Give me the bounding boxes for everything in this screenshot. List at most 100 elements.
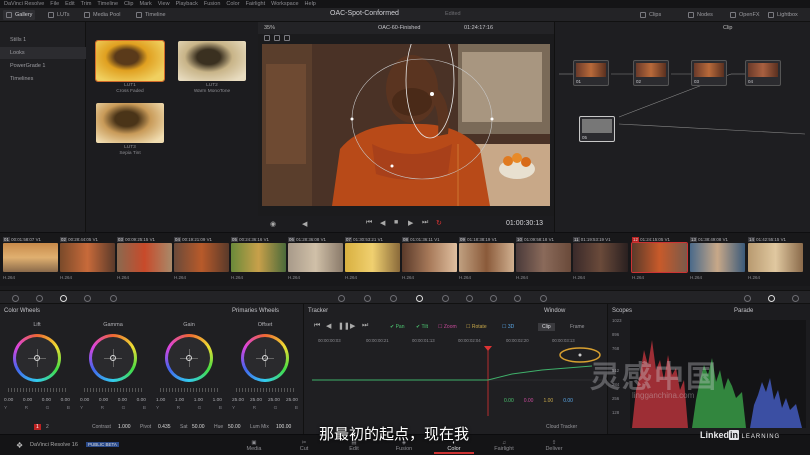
luts-tab[interactable]: LUTs xyxy=(48,10,70,20)
pivot-value[interactable]: 0.435 xyxy=(158,424,171,430)
clip-thumbnail[interactable]: 10 01:09:58:18 V1 H.264 xyxy=(516,236,571,286)
clip-thumbnail[interactable]: 11 01:19:53:19 V1 H.264 xyxy=(573,236,628,286)
tracker-icon[interactable] xyxy=(416,295,423,302)
clips-tab[interactable]: Clips xyxy=(640,10,661,20)
value-g[interactable]: 25.00 xyxy=(268,398,280,403)
power-window-icon[interactable] xyxy=(390,295,397,302)
clip-thumbnail[interactable]: 08 01:01:36:11 V1 H.264 xyxy=(402,236,457,286)
clip-thumbnail[interactable]: 03 00:09:25:15 V1 H.264 xyxy=(117,236,172,286)
grid-icon[interactable] xyxy=(284,35,290,41)
clip-thumbnail[interactable]: 02 00:28:44:05 V1 H.264 xyxy=(60,236,115,286)
3d-icon[interactable] xyxy=(540,295,547,302)
album-looks[interactable]: Looks xyxy=(0,47,86,59)
qualifier-icon[interactable] xyxy=(364,295,371,302)
node-04[interactable]: 04 xyxy=(745,60,781,86)
3d-checkbox[interactable]: ☐ 3D xyxy=(502,324,514,330)
nodes-tab[interactable]: Nodes xyxy=(688,10,713,20)
clip-thumbnail[interactable]: 05 00:24:36:16 V1 H.264 xyxy=(231,236,286,286)
gallery-tab[interactable]: Gallery xyxy=(3,10,36,20)
stop-button[interactable]: ■ xyxy=(394,219,398,226)
color-wheels-icon[interactable] xyxy=(60,295,67,302)
tracker-graph[interactable] xyxy=(312,346,602,416)
viewer-zoom[interactable]: 35% xyxy=(264,25,275,31)
lift-wheel[interactable] xyxy=(13,334,61,382)
page-media[interactable]: ▣ Media xyxy=(234,440,274,452)
lift-master-dial[interactable] xyxy=(8,388,66,392)
info-icon[interactable] xyxy=(744,295,751,302)
lummix-value[interactable]: 100.00 xyxy=(276,424,291,430)
value-g[interactable]: 1.00 xyxy=(194,398,203,403)
menu-clip[interactable]: Clip xyxy=(124,1,133,7)
sat-value[interactable]: 50.00 xyxy=(192,424,205,430)
still-thumbnail[interactable] xyxy=(178,41,246,81)
clip-thumbnail[interactable]: 01 00:01:58:07 V1 H.264 xyxy=(3,236,58,286)
value-g[interactable]: 0.00 xyxy=(118,398,127,403)
play-reverse-button[interactable]: ◀ xyxy=(380,219,385,227)
value-r[interactable]: 25.00 xyxy=(250,398,262,403)
value-y[interactable]: 25.00 xyxy=(232,398,244,403)
key-icon[interactable] xyxy=(490,295,497,302)
album-timelines[interactable]: Timelines xyxy=(0,73,86,85)
wheels-mode-select[interactable]: Primaries Wheels xyxy=(232,308,279,314)
track-backward-button[interactable]: ⏮ xyxy=(314,322,320,330)
contrast-value[interactable]: 1.000 xyxy=(118,424,131,430)
menu-fusion[interactable]: Fusion xyxy=(204,1,221,7)
menu-color[interactable]: Color xyxy=(226,1,239,7)
zoom-checkbox[interactable]: ☐ Zoom xyxy=(438,324,457,330)
node-05[interactable]: 05 xyxy=(579,116,615,142)
page-2-button[interactable]: 2 xyxy=(46,424,49,430)
menu-trim[interactable]: Trim xyxy=(81,1,92,7)
menu-playback[interactable]: Playback xyxy=(176,1,198,7)
value-b[interactable]: 0.00 xyxy=(137,398,146,403)
clip-thumbnail-selected[interactable]: 12 01:24:15:05 V1 H.264 xyxy=(631,236,688,286)
clip-thumbnail[interactable]: 04 00:19:21:09 V1 H.264 xyxy=(174,236,229,286)
value-y[interactable]: 0.00 xyxy=(4,398,13,403)
scopes-mode-select[interactable]: Parade xyxy=(734,308,753,314)
menu-file[interactable]: File xyxy=(50,1,59,7)
menu-fairlight[interactable]: Fairlight xyxy=(246,1,266,7)
camera-raw-icon[interactable] xyxy=(12,295,19,302)
openfx-tab[interactable]: OpenFX xyxy=(730,10,759,20)
page-cut[interactable]: ✂ Cut xyxy=(284,440,324,452)
album-powergrade-1[interactable]: PowerGrade 1 xyxy=(0,60,86,72)
track-end-button[interactable]: ⏭ xyxy=(362,322,368,330)
frame-mode-button[interactable]: Frame xyxy=(566,323,588,331)
offset-wheel[interactable] xyxy=(241,334,289,382)
menu-mark[interactable]: Mark xyxy=(140,1,152,7)
page-1-button[interactable]: 1 xyxy=(34,424,41,430)
video-viewer[interactable] xyxy=(262,44,550,206)
value-g[interactable]: 0.00 xyxy=(42,398,51,403)
volume-icon[interactable]: ◀ xyxy=(302,220,307,228)
clip-thumbnail[interactable]: 07 01:30:53:21 V1 H.264 xyxy=(345,236,400,286)
still-thumbnail[interactable] xyxy=(95,40,165,82)
value-b[interactable]: 25.00 xyxy=(286,398,298,403)
media-pool-tab[interactable]: Media Pool xyxy=(84,10,121,20)
clip-thumbnail[interactable]: 14 01:42:55:15 V1 H.264 xyxy=(748,236,803,286)
color-match-icon[interactable] xyxy=(36,295,43,302)
loop-icon[interactable]: ↻ xyxy=(436,219,442,227)
page-deliver[interactable]: ⇪ Deliver xyxy=(534,440,574,452)
blur-icon[interactable] xyxy=(466,295,473,302)
gamma-master-dial[interactable] xyxy=(84,388,142,392)
track-pause-button[interactable]: ❚❚ xyxy=(338,322,350,330)
play-button[interactable]: ▶ xyxy=(408,219,413,227)
menu-help[interactable]: Help xyxy=(305,1,316,7)
motion-effects-icon[interactable] xyxy=(110,295,117,302)
go-to-end-button[interactable]: ⏭ xyxy=(422,219,428,227)
timeline-name[interactable]: OAC-60-Finished xyxy=(378,25,421,31)
tilt-checkbox[interactable]: ✔ Tilt xyxy=(416,324,428,330)
pan-checkbox[interactable]: ✔ Pan xyxy=(390,324,405,330)
track-forward-button[interactable]: ▶ xyxy=(350,322,355,330)
value-r[interactable]: 1.00 xyxy=(175,398,184,403)
lightbox-tab[interactable]: Lightbox xyxy=(768,10,798,20)
metadata-icon[interactable] xyxy=(792,295,799,302)
track-reverse-button[interactable]: ◀ xyxy=(326,322,331,330)
menu-timeline[interactable]: Timeline xyxy=(97,1,118,7)
camera-icon[interactable]: ◉ xyxy=(270,220,276,228)
value-b[interactable]: 1.00 xyxy=(213,398,222,403)
gamma-wheel[interactable] xyxy=(89,334,137,382)
value-y[interactable]: 1.00 xyxy=(156,398,165,403)
clip-mode-button[interactable]: Clip xyxy=(538,323,555,331)
node-editor[interactable]: Clip 01 02 03 04 05 xyxy=(554,22,810,232)
menu-workspace[interactable]: Workspace xyxy=(271,1,298,7)
